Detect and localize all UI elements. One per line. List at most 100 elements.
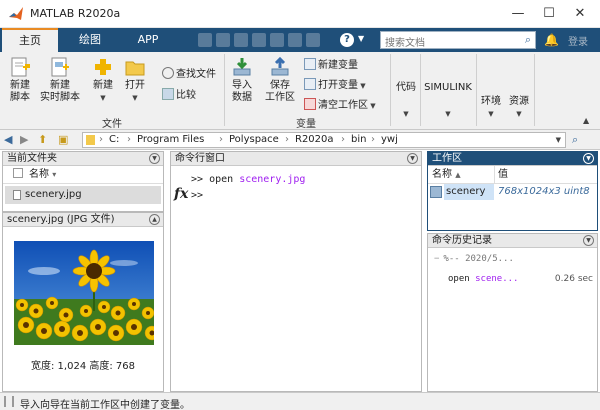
code-section-button[interactable]: 代码 ▼ xyxy=(394,82,418,120)
clear-workspace-button[interactable]: 清空工作区 ▼ xyxy=(304,96,376,111)
path-segment[interactable]: R2020a xyxy=(295,134,334,145)
command-window-header: 命令行窗口 ▼ xyxy=(171,152,421,166)
import-data-button[interactable]: 导入 数据 xyxy=(228,56,256,104)
plus-icon xyxy=(95,59,111,75)
command-input[interactable]: >> xyxy=(191,190,203,201)
sort-ascending-icon: ▲ xyxy=(455,171,461,179)
path-separator: › xyxy=(341,134,345,145)
path-separator: › xyxy=(219,134,223,145)
command-history-panel: 命令历史记录 ▼ − %-- 2020/5... open scene... 0.… xyxy=(427,233,598,392)
import-data-label-1: 导入 xyxy=(232,80,252,91)
minimize-button[interactable]: — xyxy=(504,4,532,24)
name-column-label: 名称 xyxy=(432,169,452,180)
file-name[interactable]: scenery.jpg xyxy=(25,189,82,200)
chevron-down-icon[interactable]: ▼ xyxy=(358,34,364,43)
folder-column-header[interactable]: 名称 ▾ xyxy=(3,166,163,184)
command-argument: scenery.jpg xyxy=(239,174,306,185)
collapse-ribbon-icon[interactable]: ▲ xyxy=(583,116,589,125)
select-all-checkbox[interactable] xyxy=(13,168,23,178)
redo-quick-icon[interactable] xyxy=(288,33,302,47)
compare-icon xyxy=(162,88,174,100)
search-input[interactable]: 搜索文档 xyxy=(385,34,425,49)
search-icon[interactable]: ⌕ xyxy=(525,33,531,47)
new-button[interactable]: 新建 ▼ xyxy=(90,56,116,104)
command-prompt: >> xyxy=(191,190,204,201)
function-browser-icon[interactable]: fx xyxy=(174,186,188,202)
name-column-header[interactable]: 名称 ▲ xyxy=(432,166,461,184)
resources-label: 资源 xyxy=(509,96,529,107)
copy-quick-icon[interactable] xyxy=(234,33,248,47)
search-folder-icon[interactable]: ⌕ xyxy=(572,133,578,147)
open-button[interactable]: 打开 ▼ xyxy=(122,56,148,104)
address-bar: ◀ ▶ ⬆ ▣ › C: › Program Files › Polyspace… xyxy=(0,130,600,150)
chevron-down-icon: ▼ xyxy=(132,94,138,102)
tab-plots[interactable]: 绘图 xyxy=(66,28,114,52)
maximize-button[interactable]: ☐ xyxy=(535,4,563,24)
path-segment[interactable]: Program Files xyxy=(137,134,204,145)
paste-quick-icon[interactable] xyxy=(252,33,266,47)
save-workspace-button[interactable]: 保存 工作区 xyxy=(262,56,298,104)
variable-name[interactable]: scenery xyxy=(444,184,494,200)
back-arrow-icon[interactable]: ◀ xyxy=(4,133,12,146)
collapse-section-icon[interactable]: − xyxy=(434,254,439,264)
path-segment[interactable]: ywj xyxy=(381,134,398,145)
path-field[interactable]: › C: › Program Files › Polyspace › R2020… xyxy=(82,132,566,148)
name-column-header[interactable]: 名称 xyxy=(29,169,49,180)
value-column-header[interactable]: 值 xyxy=(498,166,508,184)
new-script-icon xyxy=(11,57,30,77)
open-variable-icon xyxy=(304,78,316,90)
ribbon-tab-bar: 主页 绘图 APP ? ▼ 搜索文档 ⌕ 🔔 登录 xyxy=(0,28,600,52)
browse-folder-icon[interactable]: ▣ xyxy=(58,133,68,146)
path-segment[interactable]: C: xyxy=(109,134,119,145)
forward-arrow-icon[interactable]: ▶ xyxy=(20,133,28,146)
panel-menu-icon[interactable]: ▼ xyxy=(407,153,418,164)
command-history-header: 命令历史记录 ▼ xyxy=(428,234,597,248)
help-icon[interactable]: ? xyxy=(340,33,354,47)
cut-quick-icon[interactable] xyxy=(216,33,230,47)
chevron-down-icon[interactable]: ▼ xyxy=(556,136,561,144)
history-entry[interactable]: open scene... xyxy=(448,274,518,284)
find-files-button[interactable]: 查找文件 xyxy=(162,65,216,80)
import-data-label-2: 数据 xyxy=(232,92,252,103)
sort-icon[interactable]: ▾ xyxy=(52,170,56,179)
new-live-script-button[interactable]: 新建 实时脚本 xyxy=(38,56,82,104)
path-separator: › xyxy=(371,134,375,145)
login-link[interactable]: 登录 xyxy=(568,33,588,48)
file-list-item[interactable]: scenery.jpg xyxy=(5,186,161,204)
path-segment[interactable]: bin xyxy=(351,134,366,145)
up-folder-icon[interactable]: ⬆ xyxy=(38,133,47,146)
folder-icon xyxy=(86,135,95,145)
bell-icon[interactable]: 🔔 xyxy=(544,33,559,47)
path-segment[interactable]: Polyspace xyxy=(229,134,279,145)
ribbon-divider xyxy=(420,54,421,126)
ribbon-divider xyxy=(390,54,391,126)
tab-home[interactable]: 主页 xyxy=(2,28,58,52)
history-section-marker[interactable]: − %-- 2020/5... xyxy=(434,254,514,264)
column-divider xyxy=(494,166,495,184)
ribbon-divider xyxy=(476,54,477,126)
tab-apps[interactable]: APP xyxy=(124,28,172,52)
simulink-section-button[interactable]: SIMULINK ▼ xyxy=(422,82,474,120)
close-button[interactable]: ✕ xyxy=(566,4,594,24)
undo-quick-icon[interactable] xyxy=(270,33,284,47)
panel-menu-icon[interactable]: ▼ xyxy=(583,235,594,246)
command-prompt: >> xyxy=(191,174,204,185)
panel-menu-icon[interactable]: ▼ xyxy=(149,153,160,164)
open-variable-button[interactable]: 打开变量 ▼ xyxy=(304,76,366,91)
environment-section-button[interactable]: 环境 ▼ xyxy=(478,96,504,120)
new-script-button[interactable]: 新建 脚本 xyxy=(6,56,34,104)
command-window-panel: 命令行窗口 ▼ >> open scenery.jpg fx >> xyxy=(170,151,422,392)
new-live-script-label-1: 新建 xyxy=(50,80,70,91)
panel-menu-icon[interactable]: ▼ xyxy=(583,153,594,164)
save-quick-icon[interactable] xyxy=(198,33,212,47)
chevron-down-icon: ▼ xyxy=(488,110,494,118)
workspace-row[interactable]: scenery 768x1024x3 uint8 xyxy=(428,184,597,200)
switch-windows-icon[interactable] xyxy=(306,33,320,47)
search-documentation[interactable]: 搜索文档 ⌕ xyxy=(380,31,536,49)
compare-button[interactable]: 比较 xyxy=(162,86,196,101)
import-data-icon xyxy=(233,58,251,76)
panel-menu-icon[interactable]: ▲ xyxy=(149,214,160,225)
file-group-label: 文件 xyxy=(102,119,122,130)
new-variable-button[interactable]: 新建变量 xyxy=(304,56,358,71)
resources-section-button[interactable]: 资源 ▼ xyxy=(506,96,532,120)
